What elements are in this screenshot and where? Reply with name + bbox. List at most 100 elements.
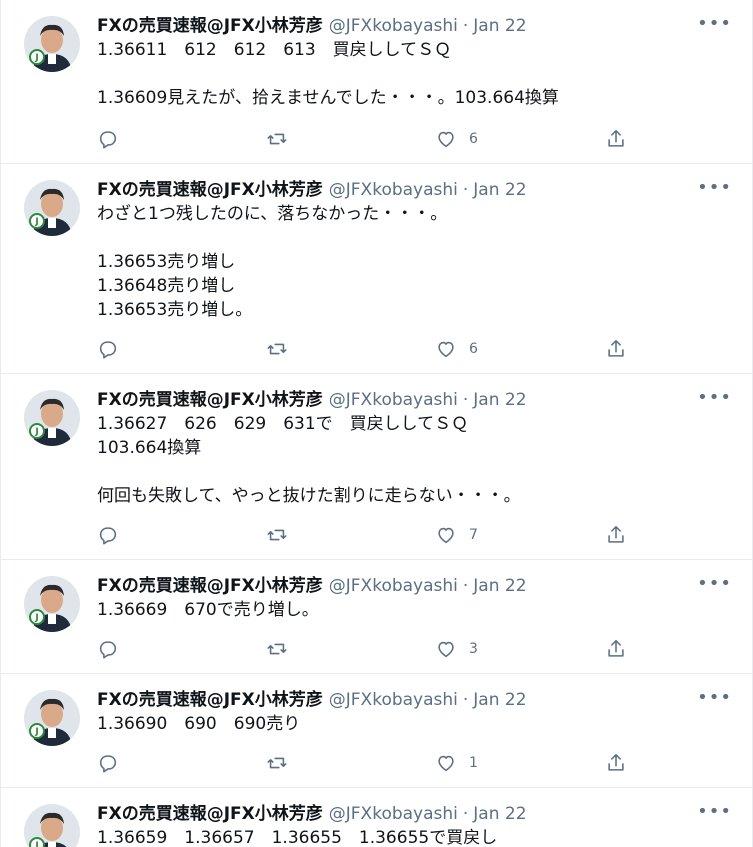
tweet[interactable]: J FXの売買速報@JFX小林芳彦 @JFXkobayashi · Jan 22 ••… (1, 560, 752, 674)
tweet-date[interactable]: Jan 22 (473, 180, 526, 200)
tweet-text: わざと1つ残したのに、落ちなかった・・・。 1.36653売り増し 1.3664… (97, 204, 448, 320)
tweet-header: FXの売買速報@JFX小林芳彦 @JFXkobayashi · Jan 22 ••• (97, 14, 732, 38)
like-button[interactable]: 6 (435, 336, 478, 362)
like-count: 6 (469, 131, 478, 147)
retweet-icon (267, 343, 287, 355)
tweet[interactable]: J FXの売買速報@JFX小林芳彦 @JFXkobayashi · Jan 22 ••… (1, 0, 752, 164)
tweet-header: FXの売買速報@JFX小林芳彦 @JFXkobayashi · Jan 22 ••• (97, 802, 732, 826)
tweet-text: 1.36611 612 612 613 買戻ししてＳＱ 1.36609見えたが、… (97, 40, 559, 108)
tweet-text: 1.36669 670で売り増し。 (97, 600, 319, 620)
separator: · (462, 180, 469, 200)
separator: · (462, 16, 469, 36)
author-name[interactable]: FXの売買速報@JFX小林芳彦 (97, 576, 323, 596)
tweet-date[interactable]: Jan 22 (473, 690, 526, 710)
author-name[interactable]: FXの売買速報@JFX小林芳彦 (97, 690, 323, 710)
more-options-icon[interactable]: ••• (697, 14, 732, 34)
tweet[interactable]: J FXの売買速報@JFX小林芳彦 @JFXkobayashi · Jan 22 ••… (1, 674, 752, 788)
heart-icon (438, 527, 454, 544)
author-name[interactable]: FXの売買速報@JFX小林芳彦 (97, 16, 323, 36)
tweet-date[interactable]: Jan 22 (473, 804, 526, 824)
tweet-header: FXの売買速報@JFX小林芳彦 @JFXkobayashi · Jan 22 ••• (97, 178, 732, 202)
more-options-icon[interactable]: ••• (697, 388, 732, 408)
reply-button[interactable] (97, 336, 119, 362)
reply-icon (99, 755, 117, 773)
separator: · (462, 690, 469, 710)
like-count: 1 (469, 755, 478, 771)
tweet-header: FXの売買速報@JFX小林芳彦 @JFXkobayashi · Jan 22 ••• (97, 688, 732, 712)
tweet-date[interactable]: Jan 22 (473, 576, 526, 596)
like-count: 7 (469, 527, 478, 543)
retweet-icon (267, 643, 287, 655)
tweet-date[interactable]: Jan 22 (473, 16, 526, 36)
tweet[interactable]: J FXの売買速報@JFX小林芳彦 @JFXkobayashi · Jan 22 ••… (1, 374, 752, 560)
share-button[interactable] (605, 750, 627, 776)
avatar[interactable]: J (24, 804, 80, 847)
retweet-button[interactable] (266, 336, 288, 362)
share-icon (608, 339, 624, 357)
reply-button[interactable] (97, 750, 119, 776)
svg-text:J: J (34, 53, 38, 63)
heart-icon (438, 341, 454, 358)
author-handle[interactable]: @JFXkobayashi (329, 690, 458, 710)
reply-button[interactable] (97, 126, 119, 152)
retweet-button[interactable] (266, 636, 288, 662)
reply-icon (99, 341, 117, 359)
more-options-icon[interactable]: ••• (697, 178, 732, 198)
like-button[interactable]: 6 (435, 126, 478, 152)
avatar[interactable]: J (24, 576, 80, 632)
separator: · (462, 576, 469, 596)
tweet-actions: 3 (97, 636, 726, 662)
retweet-icon (267, 757, 287, 769)
author-handle[interactable]: @JFXkobayashi (329, 180, 458, 200)
tweet-text: 1.36659 1.36657 1.36655 1.36655で買戻し (97, 828, 498, 847)
share-icon (608, 753, 624, 771)
reply-button[interactable] (97, 522, 119, 548)
svg-text:J: J (34, 613, 38, 623)
svg-text:J: J (34, 217, 38, 227)
share-button[interactable] (605, 126, 627, 152)
reply-icon (99, 131, 117, 149)
avatar[interactable]: J (24, 180, 80, 236)
svg-text:J: J (34, 427, 38, 437)
author-handle[interactable]: @JFXkobayashi (329, 16, 458, 36)
share-button[interactable] (605, 336, 627, 362)
tweet[interactable]: J FXの売買速報@JFX小林芳彦 @JFXkobayashi · Jan 22 ••… (1, 164, 752, 374)
more-options-icon[interactable]: ••• (697, 688, 732, 708)
more-options-icon[interactable]: ••• (697, 574, 732, 594)
tweet-header: FXの売買速報@JFX小林芳彦 @JFXkobayashi · Jan 22 ••• (97, 574, 732, 598)
author-name[interactable]: FXの売買速報@JFX小林芳彦 (97, 804, 323, 824)
tweet-date[interactable]: Jan 22 (473, 390, 526, 410)
heart-icon (438, 641, 454, 658)
author-name[interactable]: FXの売買速報@JFX小林芳彦 (97, 390, 323, 410)
author-name[interactable]: FXの売買速報@JFX小林芳彦 (97, 180, 323, 200)
share-button[interactable] (605, 636, 627, 662)
tweet-text: 1.36690 690 690売り (97, 714, 301, 734)
avatar[interactable]: J (24, 16, 80, 72)
share-icon (608, 129, 624, 147)
tweet-actions: 6 (97, 336, 726, 362)
reply-icon (99, 641, 117, 659)
like-button[interactable]: 7 (435, 522, 478, 548)
retweet-button[interactable] (266, 126, 288, 152)
tweet[interactable]: J FXの売買速報@JFX小林芳彦 @JFXkobayashi · Jan 22 ••… (1, 788, 752, 847)
svg-text:J: J (34, 727, 38, 737)
avatar[interactable]: J (24, 690, 80, 746)
retweet-button[interactable] (266, 750, 288, 776)
tweet-header: FXの売買速報@JFX小林芳彦 @JFXkobayashi · Jan 22 ••• (97, 388, 732, 412)
share-button[interactable] (605, 522, 627, 548)
tweet-actions: 1 (97, 750, 726, 776)
share-icon (608, 639, 624, 657)
like-button[interactable]: 1 (435, 750, 478, 776)
retweet-button[interactable] (266, 522, 288, 548)
more-options-icon[interactable]: ••• (697, 802, 732, 822)
tweet-text: 1.36627 626 629 631で 買戻ししてＳＱ 103.664換算 何… (97, 414, 521, 506)
author-handle[interactable]: @JFXkobayashi (329, 390, 458, 410)
author-handle[interactable]: @JFXkobayashi (329, 576, 458, 596)
avatar[interactable]: J (24, 390, 80, 446)
reply-button[interactable] (97, 636, 119, 662)
share-icon (608, 525, 624, 543)
heart-icon (438, 755, 454, 772)
author-handle[interactable]: @JFXkobayashi (329, 804, 458, 824)
retweet-icon (267, 529, 287, 541)
like-button[interactable]: 3 (435, 636, 478, 662)
